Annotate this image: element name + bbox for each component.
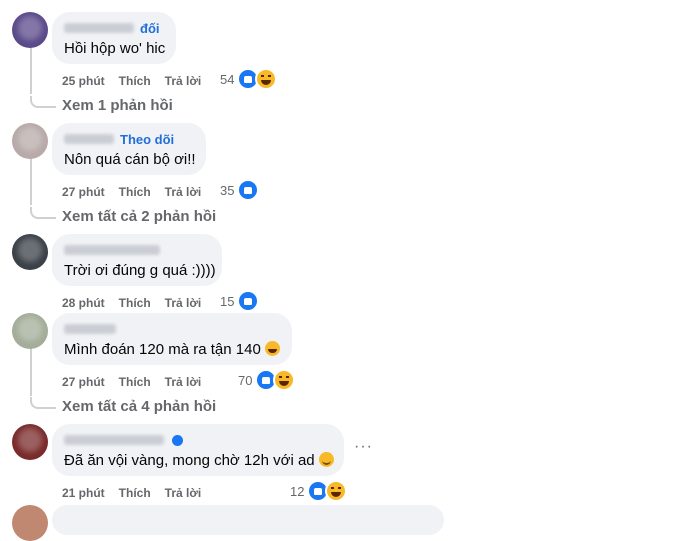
like-button[interactable]: Thích (119, 185, 151, 199)
reaction-count: 70 (238, 372, 253, 388)
view-replies-link[interactable]: Xem 1 phản hồi (62, 97, 173, 114)
reaction-summary[interactable]: 35 (220, 179, 260, 201)
rofl-emoji-icon (264, 341, 280, 356)
comment-timestamp[interactable]: 28 phút (62, 296, 105, 310)
comment-text: Trời ơi đúng g quá :)))) (64, 262, 216, 279)
comment-bubble: Theo dõi Nôn quá cán bộ ơi!! (52, 123, 206, 175)
commenter-name[interactable] (64, 435, 164, 445)
comment-timestamp[interactable]: 27 phút (62, 185, 105, 199)
commenter-name[interactable] (64, 134, 114, 144)
comment-bubble: Trời ơi đúng g quá :)))) (52, 234, 222, 286)
comment-bubble: Đã ăn vội vàng, mong chờ 12h với ad (52, 424, 344, 476)
comment-item: Mình đoán 120 mà ra tận 140 27 phút Thíc… (0, 313, 694, 423)
reaction-count: 54 (220, 71, 235, 87)
follow-link[interactable]: đối (140, 21, 160, 36)
comment-text: Mình đoán 120 mà ra tận 140 (64, 340, 280, 359)
reaction-count: 35 (220, 182, 235, 198)
comment-item: Theo dõi Nôn quá cán bộ ơi!! 27 phút Thí… (0, 123, 694, 233)
reaction-summary[interactable]: 15 (220, 290, 260, 312)
reply-connector (30, 96, 56, 108)
like-button[interactable]: Thích (119, 296, 151, 310)
avatar[interactable] (12, 313, 48, 349)
avatar[interactable] (12, 424, 48, 460)
more-options-icon[interactable]: ··· (354, 438, 373, 456)
like-icon (237, 179, 260, 201)
commenter-name[interactable] (64, 245, 160, 255)
view-replies-link[interactable]: Xem tất cả 2 phản hồi (62, 208, 216, 225)
haha-icon (255, 68, 278, 90)
reply-button[interactable]: Trả lời (165, 185, 202, 199)
reply-connector (30, 397, 56, 409)
comment-text: Nôn quá cán bộ ơi!! (64, 151, 196, 168)
comment-bubble: đối Hồi hộp wo' hic (52, 12, 176, 64)
reply-button[interactable]: Trả lời (165, 375, 202, 389)
comment-bubble (52, 505, 444, 535)
like-button[interactable]: Thích (119, 375, 151, 389)
verified-badge-icon (172, 434, 183, 446)
reaction-summary[interactable]: 54 (220, 68, 278, 90)
reaction-summary[interactable]: 12 (290, 480, 348, 502)
haha-icon (273, 369, 296, 391)
comment-timestamp[interactable]: 25 phút (62, 74, 105, 88)
like-button[interactable]: Thích (119, 74, 151, 88)
comment-text: Đã ăn vội vàng, mong chờ 12h với ad (64, 451, 334, 470)
reply-button[interactable]: Trả lời (165, 486, 202, 500)
reply-connector (30, 207, 56, 219)
avatar[interactable] (12, 123, 48, 159)
comment-bubble: Mình đoán 120 mà ra tận 140 (52, 313, 292, 365)
like-button[interactable]: Thích (119, 486, 151, 500)
commenter-name[interactable] (64, 23, 134, 33)
reply-button[interactable]: Trả lời (165, 296, 202, 310)
avatar[interactable] (12, 234, 48, 270)
avatar[interactable] (12, 505, 48, 541)
haha-icon (325, 480, 348, 502)
like-icon (237, 290, 260, 312)
comment-timestamp[interactable]: 27 phút (62, 375, 105, 389)
view-replies-link[interactable]: Xem tất cả 4 phản hồi (62, 398, 216, 415)
reaction-summary[interactable]: 70 (238, 369, 296, 391)
comment-item: đối Hồi hộp wo' hic 25 phút Thích Trả lờ… (0, 12, 694, 122)
reaction-count: 12 (290, 483, 305, 499)
reaction-count: 15 (220, 293, 235, 309)
smile-emoji-icon (318, 452, 334, 467)
commenter-name[interactable] (64, 324, 116, 334)
reply-button[interactable]: Trả lời (165, 74, 202, 88)
avatar[interactable] (12, 12, 48, 48)
comment-text: Hồi hộp wo' hic (64, 40, 166, 57)
comment-timestamp[interactable]: 21 phút (62, 486, 105, 500)
follow-link[interactable]: Theo dõi (120, 132, 174, 147)
